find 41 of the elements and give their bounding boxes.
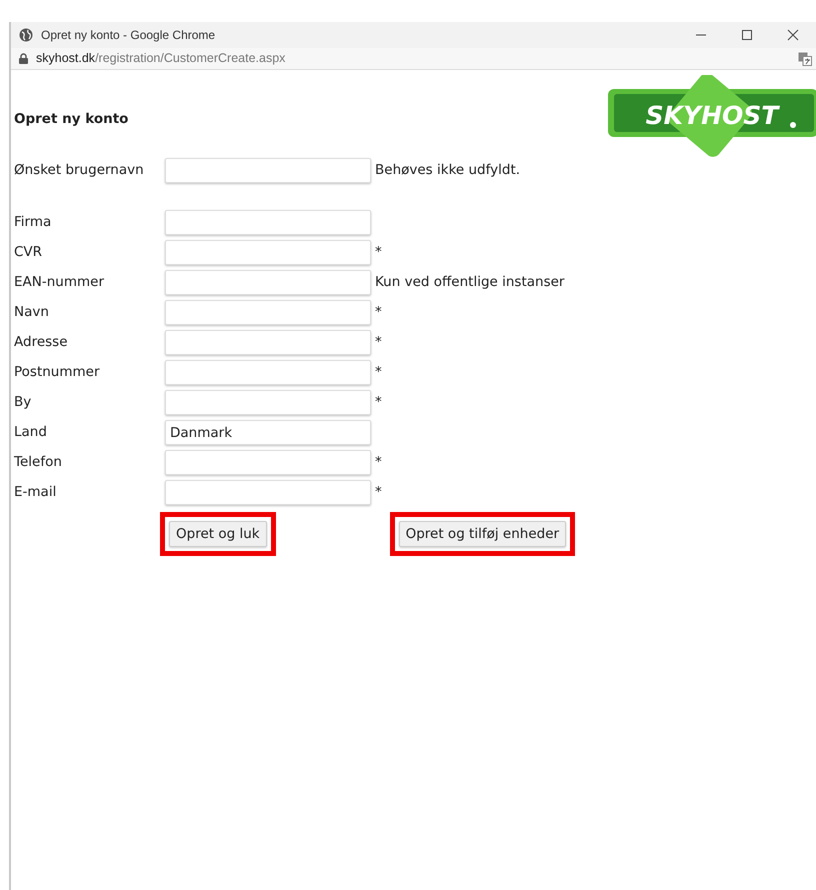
field-note: Behøves ikke udfyldt. [374, 161, 522, 180]
page-heading: Opret ny konto [14, 110, 128, 129]
input-field[interactable] [165, 158, 371, 183]
field-label: Firma [14, 213, 52, 232]
field-label: Navn [14, 303, 50, 322]
required-mark: * [374, 303, 383, 322]
field-label: EAN-nummer [14, 273, 106, 292]
required-mark: * [374, 483, 383, 502]
lock-icon [19, 53, 28, 64]
required-mark: * [374, 243, 383, 262]
field-note: Kun ved offentlige instanser [374, 273, 566, 292]
required-mark: * [374, 333, 383, 352]
close-icon[interactable] [787, 29, 799, 41]
input-field[interactable]: Danmark [165, 420, 371, 445]
input-field[interactable] [165, 360, 371, 385]
input-field[interactable] [165, 300, 371, 325]
field-label: By [14, 393, 32, 412]
input-field[interactable] [165, 210, 371, 235]
input-field[interactable] [165, 240, 371, 265]
field-label: Postnummer [14, 363, 101, 382]
translate-icon[interactable] [798, 52, 812, 66]
maximize-icon[interactable] [741, 29, 753, 41]
input-field[interactable] [165, 270, 371, 295]
submit-button[interactable]: Opret og luk [169, 521, 267, 548]
input-field[interactable] [165, 450, 371, 475]
input-field[interactable] [165, 480, 371, 505]
required-mark: * [374, 393, 383, 412]
field-label: Land [14, 423, 48, 442]
input-field[interactable] [165, 330, 371, 355]
input-field[interactable] [165, 390, 371, 415]
submit-button[interactable]: Opret og tilføj enheder [398, 521, 566, 548]
field-label: Telefon [14, 453, 63, 472]
field-label: Ønsket brugernavn [14, 161, 145, 180]
field-label: CVR [14, 243, 44, 262]
field-label: E-mail [14, 483, 58, 502]
required-mark: * [374, 363, 383, 382]
window-title: Opret ny konto - Google Chrome [41, 27, 216, 44]
skyhost-logo: SKYHOST [608, 75, 816, 157]
required-mark: * [374, 453, 383, 472]
field-label: Adresse [14, 333, 68, 352]
globe-icon [19, 28, 33, 42]
